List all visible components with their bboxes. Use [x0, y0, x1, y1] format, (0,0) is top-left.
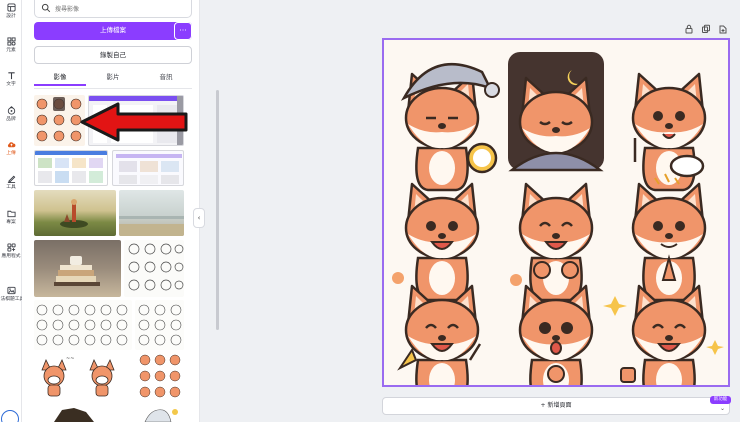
upload-thumbnail-line-art-stickers[interactable]	[124, 240, 184, 297]
tab-images[interactable]: 影像	[34, 70, 86, 86]
collapse-panel-button[interactable]: ‹	[193, 208, 205, 228]
help-button[interactable]	[1, 410, 19, 422]
rail-label: 應用程式	[1, 253, 21, 259]
add-page-icon[interactable]	[718, 24, 728, 34]
rail-item-image-tool[interactable]: 法棋題工具	[0, 286, 25, 302]
sticker-fox-smile	[392, 182, 480, 302]
sticker-fox-cheering	[397, 284, 482, 404]
text-icon	[7, 72, 15, 80]
new-feature-badge: 新功能	[710, 396, 731, 404]
uploads-panel: 上傳檔案 ··· 錄製自己 影像 影片 音訊	[22, 0, 219, 422]
rail-label: 元素	[6, 47, 16, 53]
sticker-fox-clapping	[510, 182, 594, 302]
search-input[interactable]	[55, 2, 185, 16]
upload-thumbnail-fox-pair[interactable]: ~~	[34, 352, 134, 400]
fox-mini-grid-image	[139, 354, 181, 398]
upload-thumbnail-fox-mini-grid[interactable]	[137, 352, 184, 400]
tab-videos[interactable]: 影片	[87, 70, 139, 86]
partial-image	[54, 408, 94, 422]
line-art-small-image	[138, 304, 182, 346]
books-image	[54, 256, 100, 286]
sticker-fox-praying	[631, 173, 707, 302]
rail-label: 上傳	[6, 150, 16, 156]
fox-pair-image: ~~	[41, 356, 115, 397]
upload-thumbnail-slides[interactable]	[112, 150, 184, 186]
sticker-sleeping-fox-night	[508, 52, 604, 172]
divider	[34, 88, 192, 89]
svg-text:~~: ~~	[66, 356, 74, 362]
draw-icon	[7, 175, 15, 183]
upload-thumbnail-dashboard[interactable]	[34, 150, 108, 186]
search-box[interactable]	[34, 0, 192, 18]
line-art-stickers-image	[128, 243, 184, 291]
search-icon	[41, 3, 51, 13]
fox-sticker-sheet	[392, 52, 724, 404]
upload-files-button[interactable]: 上傳檔案	[34, 22, 192, 40]
rail-label: 法棋題工具	[0, 296, 25, 302]
folder-icon	[6, 210, 16, 218]
image-tool-icon	[6, 286, 16, 295]
record-yourself-button[interactable]: 錄製自己	[34, 46, 192, 64]
design-canvas[interactable]	[382, 38, 730, 404]
add-page-button[interactable]: + 新增頁面	[382, 397, 730, 415]
app: 設計 元素 文字 品牌 上傳 工具 專案 應用程式 法棋題工具 搜尋影像 上傳檔…	[0, 0, 740, 422]
upload-thumbnail-field-scene[interactable]	[34, 190, 116, 236]
brand-icon	[7, 106, 15, 115]
upload-thumbnail-partial-2[interactable]	[137, 404, 184, 422]
sticker-fox-eating	[631, 72, 707, 192]
upload-thumbnail-partial-1[interactable]	[34, 404, 132, 422]
rail-item-uploads[interactable]: 上傳	[0, 140, 22, 156]
side-rail: 設計 元素 文字 品牌 上傳 工具 專案 應用程式 法棋題工具	[0, 0, 25, 422]
panel-scrollbar[interactable]	[216, 90, 219, 330]
layout-icon	[6, 3, 16, 12]
lock-icon[interactable]	[684, 24, 694, 34]
more-options-button[interactable]: ···	[174, 22, 192, 40]
field-scene-image	[60, 199, 88, 228]
partial-image	[144, 409, 178, 422]
dashboard-image	[35, 151, 107, 183]
upload-thumbnail-beach[interactable]	[119, 190, 184, 236]
upload-cloud-icon	[7, 142, 15, 148]
slides-image	[116, 154, 182, 184]
tab-audio[interactable]: 音訊	[140, 70, 192, 86]
rail-item-apps[interactable]: 應用程式	[0, 243, 22, 259]
rail-item-design[interactable]: 設計	[0, 3, 22, 19]
rail-item-text[interactable]: 文字	[0, 71, 22, 87]
rail-label: 設計	[6, 13, 16, 19]
rail-item-projects[interactable]: 專案	[0, 209, 22, 225]
red-arrow-annotation	[80, 102, 188, 142]
rail-item-draw[interactable]: 工具	[0, 174, 22, 190]
upload-thumbnail-line-art-grid[interactable]	[34, 300, 132, 350]
sticker-fox-thumbs-up	[603, 284, 724, 404]
duplicate-icon[interactable]	[701, 24, 711, 34]
apps-icon	[6, 243, 16, 252]
line-art-grid-image	[36, 304, 128, 346]
upload-thumbnail-line-art-small[interactable]	[135, 300, 184, 350]
rail-item-elements[interactable]: 元素	[0, 37, 22, 53]
rail-item-brand[interactable]: 品牌	[0, 106, 22, 122]
sticker-sleepy-fox-nightcap	[400, 63, 500, 192]
shapes-icon	[6, 37, 16, 46]
sticker-fox-surprised	[518, 284, 594, 404]
upload-thumbnail-books[interactable]	[34, 240, 121, 297]
rail-label: 專案	[6, 219, 16, 225]
rail-label: 品牌	[6, 116, 16, 122]
chevron-down-icon[interactable]: ⌄	[720, 405, 725, 412]
beach-image	[119, 216, 184, 236]
media-tabs: 影像 影片 音訊	[34, 70, 192, 88]
rail-label: 工具	[6, 184, 16, 190]
rail-label: 文字	[6, 81, 16, 87]
